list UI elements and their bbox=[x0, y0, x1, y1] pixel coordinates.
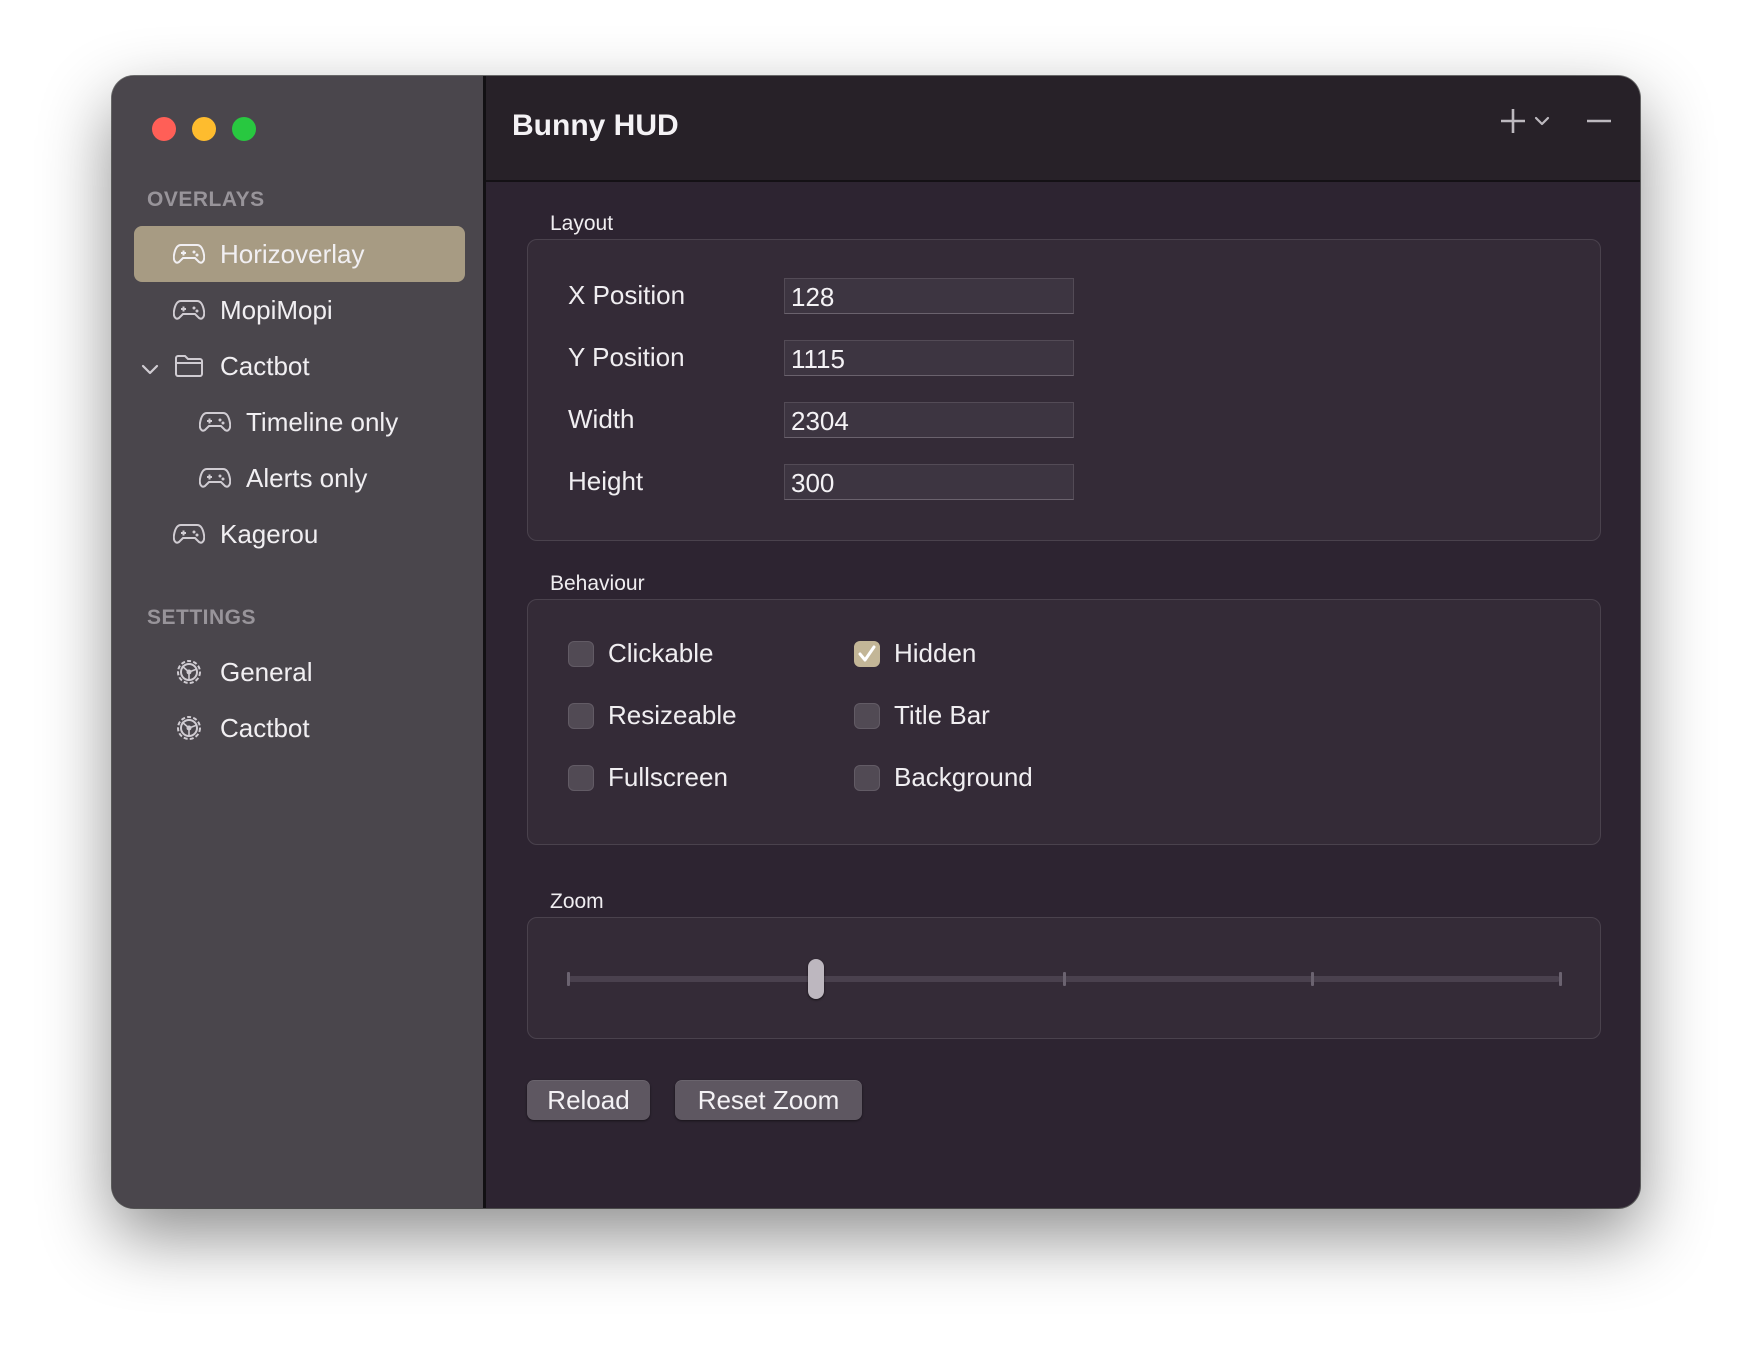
x-position-input[interactable]: 128 bbox=[784, 278, 1074, 314]
checkbox-label: Title Bar bbox=[894, 700, 990, 730]
sidebar-item-alerts-only[interactable]: Alerts only bbox=[198, 450, 367, 506]
checkbox-box bbox=[568, 764, 594, 791]
checkbox-label: Background bbox=[894, 762, 1033, 792]
zoom-slider-tick bbox=[1558, 972, 1562, 986]
hidden-checkbox[interactable]: Hidden bbox=[854, 638, 976, 669]
gamepad-icon bbox=[172, 520, 206, 548]
checkbox-box bbox=[854, 640, 880, 667]
gamepad-icon bbox=[198, 464, 232, 492]
sidebar: OVERLAYS Horizoverlay MopiMopi Cactbot T… bbox=[112, 76, 483, 1208]
gamepad-icon bbox=[172, 240, 206, 268]
zoom-slider-tick bbox=[566, 972, 570, 986]
sidebar-item-mopimopi[interactable]: MopiMopi bbox=[172, 282, 333, 338]
chevron-down-icon bbox=[1534, 114, 1550, 133]
y-position-label: Y Position bbox=[568, 342, 685, 372]
background-checkbox[interactable]: Background bbox=[854, 762, 1033, 793]
width-label: Width bbox=[568, 404, 635, 434]
zoom-group-label: Zoom bbox=[550, 890, 604, 913]
sidebar-item-general[interactable]: General bbox=[172, 644, 313, 700]
minus-icon bbox=[1584, 106, 1614, 141]
checkbox-label: Hidden bbox=[894, 638, 977, 668]
zoom-slider-tick bbox=[1310, 972, 1314, 986]
x-position-label: X Position bbox=[568, 280, 686, 310]
checkmark-icon bbox=[858, 645, 876, 661]
reload-button[interactable]: Reload bbox=[527, 1080, 650, 1120]
zoom-slider[interactable] bbox=[528, 918, 1600, 1038]
resizeable-checkbox[interactable]: Resizeable bbox=[568, 700, 737, 731]
fullscreen-checkbox[interactable]: Fullscreen bbox=[568, 762, 728, 793]
checkbox-box bbox=[854, 764, 880, 791]
checkbox-label: Clickable bbox=[608, 638, 714, 668]
checkbox-box bbox=[568, 640, 594, 667]
checkbox-label: Fullscreen bbox=[608, 762, 728, 792]
checkbox-label: Resizeable bbox=[608, 700, 737, 730]
clickable-checkbox[interactable]: Clickable bbox=[568, 638, 714, 669]
remove-overlay-button[interactable] bbox=[1584, 106, 1614, 141]
minimize-window-button[interactable] bbox=[192, 117, 216, 141]
reset-zoom-button[interactable]: Reset Zoom bbox=[675, 1080, 862, 1120]
sidebar-item-label: Kagerou bbox=[220, 518, 319, 549]
close-window-button[interactable] bbox=[152, 117, 176, 141]
add-overlay-button[interactable] bbox=[1498, 106, 1550, 141]
width-input[interactable]: 2304 bbox=[784, 402, 1074, 438]
app-window: OVERLAYS Horizoverlay MopiMopi Cactbot T… bbox=[112, 76, 1640, 1208]
sidebar-item-cactbot-settings[interactable]: Cactbot bbox=[172, 700, 310, 756]
layout-group-label: Layout bbox=[550, 212, 614, 235]
layout-group: X Position 128 Y Position 1115 Width 230… bbox=[527, 239, 1601, 541]
sidebar-item-label: Cactbot bbox=[220, 712, 310, 743]
sidebar-item-label: General bbox=[220, 656, 313, 687]
chevron-down-icon[interactable] bbox=[140, 360, 160, 380]
zoom-group bbox=[527, 917, 1601, 1039]
sidebar-item-timeline-only[interactable]: Timeline only bbox=[198, 394, 398, 450]
sidebar-item-kagerou[interactable]: Kagerou bbox=[172, 506, 318, 562]
title-bar-checkbox[interactable]: Title Bar bbox=[854, 700, 990, 731]
sidebar-item-label: MopiMopi bbox=[220, 294, 333, 325]
sidebar-item-label: Timeline only bbox=[246, 406, 399, 437]
gear-icon bbox=[172, 714, 206, 742]
gamepad-icon bbox=[172, 296, 206, 324]
folder-icon bbox=[172, 352, 206, 380]
behaviour-group: Clickable Hidden Resizeable Title Bar Fu… bbox=[527, 599, 1601, 845]
checkbox-box bbox=[568, 702, 594, 729]
sidebar-item-label: Horizoverlay bbox=[220, 238, 365, 269]
window-title: Bunny HUD bbox=[512, 109, 679, 142]
settings-section-label: SETTINGS bbox=[147, 606, 257, 629]
plus-icon bbox=[1498, 106, 1528, 141]
gear-icon bbox=[172, 658, 206, 686]
sidebar-item-label: Cactbot bbox=[220, 350, 310, 381]
y-position-input[interactable]: 1115 bbox=[784, 340, 1074, 376]
zoom-slider-knob[interactable] bbox=[808, 959, 824, 999]
zoom-window-button[interactable] bbox=[232, 117, 256, 141]
sidebar-item-cactbot-folder[interactable]: Cactbot bbox=[172, 338, 310, 394]
height-input[interactable]: 300 bbox=[784, 464, 1074, 500]
sidebar-item-label: Alerts only bbox=[246, 462, 368, 493]
checkbox-box bbox=[854, 702, 880, 729]
zoom-slider-tick bbox=[1062, 972, 1066, 986]
height-label: Height bbox=[568, 466, 644, 496]
behaviour-group-label: Behaviour bbox=[550, 572, 645, 595]
overlays-section-label: OVERLAYS bbox=[147, 188, 265, 211]
sidebar-item-horizoverlay[interactable]: Horizoverlay bbox=[134, 226, 465, 282]
gamepad-icon bbox=[198, 408, 232, 436]
main-panel: Bunny HUD Layout X Position 128 Y Positi… bbox=[486, 76, 1640, 1208]
toolbar: Bunny HUD bbox=[486, 76, 1640, 182]
